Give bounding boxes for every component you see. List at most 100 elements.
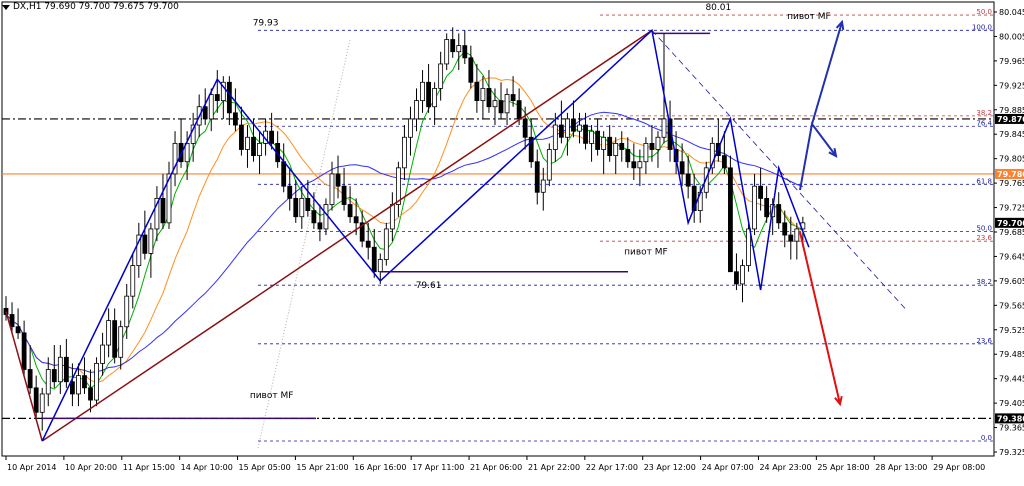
candle-body-17 xyxy=(106,320,112,346)
price-label-3: 79.380 xyxy=(997,414,1024,423)
price-tick-label-14: 79.485 xyxy=(999,350,1024,359)
candle-body-101 xyxy=(613,142,619,157)
candle-body-125 xyxy=(758,185,764,199)
price-tick-label-1: 80.005 xyxy=(999,32,1024,41)
time-tick-label-14: 25 Apr 18:00 xyxy=(817,463,869,472)
candle-body-74 xyxy=(450,39,456,53)
candle-body-82 xyxy=(498,100,504,114)
candle-body-131 xyxy=(794,228,800,242)
candle-body-44 xyxy=(269,130,275,144)
candle-body-16 xyxy=(100,344,105,364)
candle-body-92 xyxy=(558,124,564,138)
candle-body-86 xyxy=(522,118,528,138)
candle-body-65 xyxy=(395,167,401,205)
candle-body-56 xyxy=(341,185,347,205)
candle-body-38 xyxy=(232,112,238,126)
candle-body-73 xyxy=(444,39,450,65)
time-tick-label-11: 23 Apr 12:00 xyxy=(644,463,696,472)
symbol-header[interactable]: DX,H1 79.690 79.700 79.675 79.700 xyxy=(2,2,179,12)
price-tick-label-11: 79.605 xyxy=(999,277,1024,286)
candle-body-20 xyxy=(124,295,130,328)
candle-body-49 xyxy=(299,197,305,218)
candle-body-120 xyxy=(728,167,733,273)
time-tick-label-2: 11 Apr 15:00 xyxy=(123,463,175,472)
time-tick-label-1: 10 Apr 20:00 xyxy=(65,463,117,472)
candle-body-112 xyxy=(679,161,685,175)
fib-level-label-4: 38.2 xyxy=(976,278,992,286)
annotation-2: 79.61 xyxy=(416,281,442,291)
time-tick-label-0: 10 Apr 2014 xyxy=(7,463,56,472)
time-tick-label-6: 16 Apr 16:00 xyxy=(354,463,406,472)
price-tick-label-15: 79.445 xyxy=(999,375,1024,384)
candle-body-77 xyxy=(468,57,474,83)
fib-level-label-8: 38.2 xyxy=(976,109,992,117)
candle-body-50 xyxy=(305,197,311,212)
candle-body-18 xyxy=(112,320,118,358)
annotation-4: пивот MF xyxy=(624,247,668,257)
candle-body-4 xyxy=(27,369,33,389)
candle-body-34 xyxy=(208,94,214,120)
time-tick-label-9: 21 Apr 22:00 xyxy=(528,463,580,472)
price-chart[interactable]: 100.0 76.4 61.8 50.0 38.2 23.6 0.0 50.0 38.2 23.6… xyxy=(0,0,1024,482)
candle-body-103 xyxy=(625,149,631,163)
price-tick-label-7: 79.765 xyxy=(999,179,1024,188)
candle-body-3 xyxy=(21,332,27,370)
candle-body-75 xyxy=(456,45,462,53)
candle-body-83 xyxy=(504,94,510,114)
fib-level-label-5: 23.6 xyxy=(976,337,992,345)
candle-body-53 xyxy=(323,204,329,230)
candle-body-78 xyxy=(474,81,480,102)
candle-body-76 xyxy=(462,45,468,59)
candle-body-10 xyxy=(63,356,69,383)
price-tick-label-6: 79.805 xyxy=(999,155,1024,164)
candle-body-104 xyxy=(631,161,637,169)
time-tick-label-13: 24 Apr 23:00 xyxy=(759,463,811,472)
candle-body-15 xyxy=(94,362,99,401)
time-tick-label-16: 29 Apr 08:00 xyxy=(933,463,985,472)
candle-body-23 xyxy=(142,234,148,254)
candle-body-19 xyxy=(118,326,124,358)
candle-body-57 xyxy=(347,204,353,218)
candle-body-39 xyxy=(239,124,244,150)
candle-body-113 xyxy=(685,173,691,187)
time-tick-label-10: 22 Apr 17:00 xyxy=(586,463,638,472)
candle-body-99 xyxy=(601,136,607,150)
candle-body-90 xyxy=(546,149,552,181)
candle-body-124 xyxy=(752,185,757,230)
candle-body-123 xyxy=(746,228,751,267)
candle-body-79 xyxy=(480,87,486,102)
candle-body-64 xyxy=(389,204,395,230)
candle-body-94 xyxy=(571,118,576,132)
price-tick-label-4: 79.885 xyxy=(999,106,1024,115)
price-tick-label-9: 79.685 xyxy=(999,228,1024,237)
candle-body-35 xyxy=(214,94,220,102)
annotation-0: 80.01 xyxy=(705,3,731,13)
candle-body-102 xyxy=(619,142,625,150)
dropdown-triangle-icon[interactable] xyxy=(2,4,10,10)
candle-body-85 xyxy=(516,100,522,120)
price-tick-label-16: 79.405 xyxy=(999,399,1024,408)
annotation-3: пивот MF xyxy=(787,12,831,22)
candle-body-67 xyxy=(408,118,413,138)
candle-body-21 xyxy=(130,265,136,297)
candle-body-54 xyxy=(329,173,335,205)
price-tick-label-8: 79.725 xyxy=(999,204,1024,213)
annotation-1: 79.93 xyxy=(253,18,279,28)
candle-body-108 xyxy=(655,136,661,150)
candle-body-96 xyxy=(583,124,588,144)
price-tick-label-18: 79.325 xyxy=(999,448,1024,457)
time-tick-label-8: 21 Apr 06:00 xyxy=(470,463,522,472)
candle-body-61 xyxy=(371,246,377,273)
candle-body-80 xyxy=(486,87,492,108)
candle-body-68 xyxy=(414,100,419,120)
candle-body-14 xyxy=(88,387,93,401)
candle-body-2 xyxy=(15,326,21,334)
price-tick-label-2: 79.965 xyxy=(999,57,1024,66)
fib-level-label-7: 50.0 xyxy=(976,8,992,16)
candle-body-5 xyxy=(33,387,39,413)
candle-body-81 xyxy=(492,100,498,108)
candle-body-8 xyxy=(51,369,57,383)
candle-body-109 xyxy=(661,118,667,138)
candle-body-95 xyxy=(577,124,582,132)
price-label-1: 79.780 xyxy=(997,170,1024,179)
